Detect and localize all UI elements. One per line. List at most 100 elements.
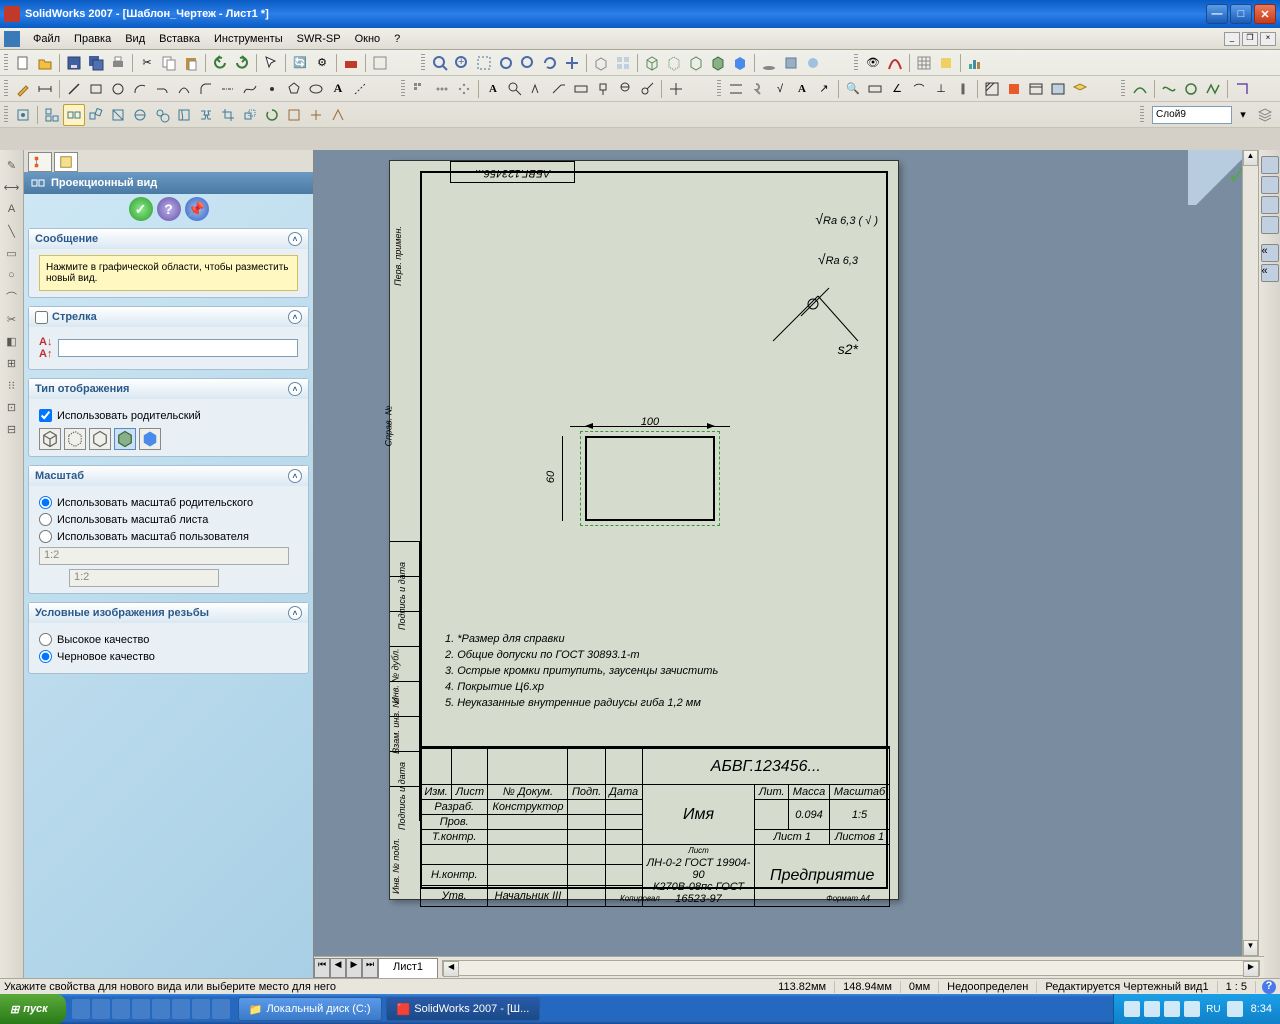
- view15-button[interactable]: [327, 104, 349, 126]
- layer-manager-button[interactable]: [1254, 104, 1276, 126]
- vertical-scrollbar[interactable]: ▲ ▼: [1242, 150, 1258, 956]
- align-button[interactable]: [725, 78, 747, 100]
- collapse-icon[interactable]: ˄: [288, 310, 302, 324]
- sheet-prev-button[interactable]: ◀: [330, 958, 346, 978]
- toolbar-grip[interactable]: [401, 80, 405, 98]
- point-button[interactable]: [261, 78, 283, 100]
- paste-button[interactable]: [180, 52, 202, 74]
- minimize-button[interactable]: —: [1206, 4, 1228, 24]
- print-button[interactable]: [107, 52, 129, 74]
- clock[interactable]: 8:34: [1251, 1003, 1272, 1015]
- redo-button[interactable]: [231, 52, 253, 74]
- attach-button[interactable]: [747, 78, 769, 100]
- maximize-button[interactable]: □: [1230, 4, 1252, 24]
- zoom-area-button[interactable]: [473, 52, 495, 74]
- sheet-next-button[interactable]: ▶: [346, 958, 362, 978]
- tray-icon-4[interactable]: [1184, 1001, 1200, 1017]
- cb-misc2-icon[interactable]: ⊟: [2, 419, 22, 439]
- tray-icon-3[interactable]: [1164, 1001, 1180, 1017]
- pan-button[interactable]: [561, 52, 583, 74]
- hidden-lines-visible-button[interactable]: [663, 52, 685, 74]
- display-shaded-button[interactable]: [139, 428, 161, 450]
- toggle-button[interactable]: [369, 52, 391, 74]
- line-button[interactable]: [63, 78, 85, 100]
- toolbar-grip[interactable]: [4, 106, 8, 124]
- datum-button[interactable]: [592, 78, 614, 100]
- section-view-button[interactable]: [107, 104, 129, 126]
- rebuild-button[interactable]: 🔄: [289, 52, 311, 74]
- ql-ie-icon[interactable]: [72, 999, 90, 1019]
- hole-callout-button[interactable]: [636, 78, 658, 100]
- text-button[interactable]: A: [327, 78, 349, 100]
- toolbar-grip[interactable]: [717, 80, 721, 98]
- sheet-tab[interactable]: Лист1: [378, 958, 438, 978]
- select-button[interactable]: [260, 52, 282, 74]
- scroll-left-button[interactable]: ◀: [443, 961, 459, 977]
- ql-app1-icon[interactable]: [112, 999, 130, 1019]
- menu-swrsp[interactable]: SWR-SP: [290, 31, 348, 47]
- start-button[interactable]: ⊞пуск: [0, 994, 66, 1024]
- language-indicator[interactable]: RU: [1206, 1004, 1220, 1015]
- toolbar-grip[interactable]: [4, 80, 8, 98]
- help-button[interactable]: ?: [157, 197, 181, 221]
- 3dviews-button[interactable]: [612, 52, 634, 74]
- 3views-button[interactable]: [41, 104, 63, 126]
- layer-dropdown-button[interactable]: ▾: [1232, 104, 1254, 126]
- expand-bottom-icon[interactable]: «: [1261, 264, 1279, 282]
- view14-button[interactable]: [305, 104, 327, 126]
- chart-button[interactable]: [964, 52, 986, 74]
- display-wireframe-button[interactable]: [39, 428, 61, 450]
- shaded-edges-button[interactable]: [707, 52, 729, 74]
- design-library-tab-icon[interactable]: [1261, 176, 1279, 194]
- construction-button[interactable]: [349, 78, 371, 100]
- crop-button[interactable]: [217, 104, 239, 126]
- toolbar-grip[interactable]: [1140, 106, 1144, 124]
- graphics-area[interactable]: ✓ АБВГ.123456... Перв. примен. Справ. № …: [314, 150, 1280, 978]
- rotate-button[interactable]: [539, 52, 561, 74]
- toolbar-grip[interactable]: [1121, 80, 1125, 98]
- view13-button[interactable]: [283, 104, 305, 126]
- mdi-minimize-button[interactable]: _: [1224, 32, 1240, 46]
- view-selection-box[interactable]: [580, 431, 720, 526]
- task-solidworks[interactable]: 🟥 SolidWorks 2007 - [Ш...: [386, 997, 541, 1021]
- break-button[interactable]: [195, 104, 217, 126]
- table1-button[interactable]: [1025, 78, 1047, 100]
- grid-button[interactable]: [913, 52, 935, 74]
- scroll-up-button[interactable]: ▲: [1243, 150, 1258, 166]
- curve3-button[interactable]: [1180, 78, 1202, 100]
- scroll-right-button[interactable]: ▶: [1243, 961, 1259, 977]
- hide-types-button[interactable]: 👁: [862, 52, 884, 74]
- mdi-restore-button[interactable]: ❐: [1242, 32, 1258, 46]
- sheet-first-button[interactable]: ⏮: [314, 958, 330, 978]
- ql-app3-icon[interactable]: [152, 999, 170, 1019]
- fillet-button[interactable]: [195, 78, 217, 100]
- tangent-arc-button[interactable]: [151, 78, 173, 100]
- zoom-previous-button[interactable]: [429, 52, 451, 74]
- gtol-button[interactable]: [570, 78, 592, 100]
- pin-button[interactable]: 📌: [185, 197, 209, 221]
- shadows-button[interactable]: [758, 52, 780, 74]
- curve1-button[interactable]: [1129, 78, 1151, 100]
- surf-finish-button[interactable]: [526, 78, 548, 100]
- cb-line-icon[interactable]: ╲: [2, 221, 22, 241]
- layers2-button[interactable]: [1069, 78, 1091, 100]
- table2-button[interactable]: [1047, 78, 1069, 100]
- dimension-button[interactable]: [34, 78, 56, 100]
- tray-icon-2[interactable]: [1144, 1001, 1160, 1017]
- collapse-icon[interactable]: ˄: [288, 469, 302, 483]
- thread-draft-radio[interactable]: Черновое качество: [39, 650, 298, 663]
- cb-arc-icon[interactable]: ⌒: [2, 287, 22, 307]
- broken-out-button[interactable]: [173, 104, 195, 126]
- note-button[interactable]: A: [482, 78, 504, 100]
- datum-target-button[interactable]: [614, 78, 636, 100]
- menu-window[interactable]: Окно: [348, 31, 388, 47]
- zoom-selected-button[interactable]: [517, 52, 539, 74]
- sheet-last-button[interactable]: ⏭: [362, 958, 378, 978]
- zoom2-button[interactable]: 🔍: [842, 78, 864, 100]
- collapse-icon[interactable]: ˄: [288, 232, 302, 246]
- scale-sheet-radio[interactable]: Использовать масштаб листа: [39, 513, 298, 526]
- cb-note-icon[interactable]: A: [2, 199, 22, 219]
- thread-high-radio[interactable]: Высокое качество: [39, 633, 298, 646]
- scale-parent-radio[interactable]: Использовать масштаб родительского: [39, 496, 298, 509]
- cb-misc1-icon[interactable]: ⊡: [2, 397, 22, 417]
